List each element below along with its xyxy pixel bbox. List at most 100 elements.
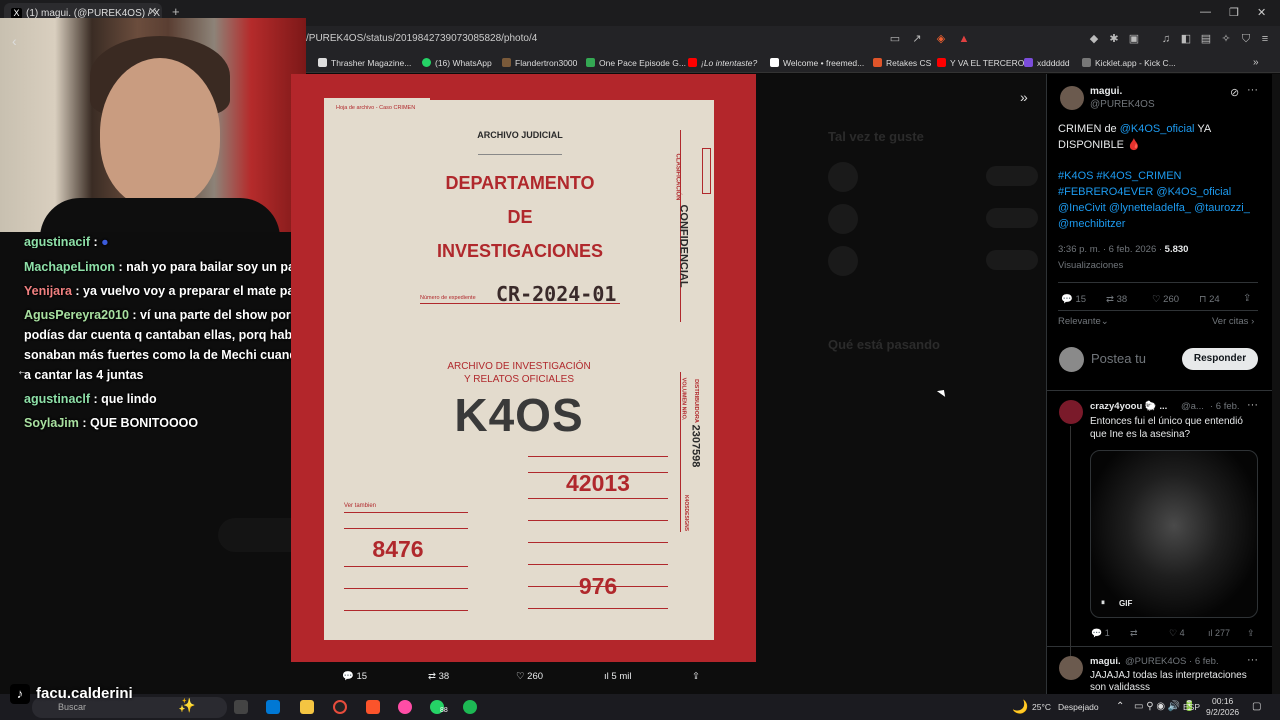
bookmark-lointentaste[interactable]: ¡Lo intentaste?	[688, 58, 757, 68]
dept-line-1: DEPARTAMENTO	[445, 173, 595, 193]
brave-shield-icon[interactable]: ◈	[935, 33, 947, 45]
bookmark-kicklet[interactable]: Kicklet.app - Kick C...	[1082, 58, 1176, 68]
form-line	[344, 528, 468, 529]
vpn-icon[interactable]: ◆	[1088, 33, 1100, 45]
scrollbar[interactable]	[1272, 74, 1280, 694]
grok-icon[interactable]: ⊘	[1230, 86, 1239, 99]
leo-ai-icon[interactable]: ✧	[1220, 33, 1232, 45]
reply-gif[interactable]	[1090, 450, 1258, 618]
respond-button[interactable]: Responder	[1182, 348, 1258, 370]
tweet-hashtags[interactable]: #K4OS #K4OS_CRIMEN #FEBRERO4EVER @K4OS_o…	[1058, 168, 1263, 232]
reply-button[interactable]: 💬 15	[1061, 294, 1086, 305]
sidebar-toggle-icon[interactable]: ◧	[1180, 33, 1192, 45]
minimize-icon[interactable]: —	[1200, 6, 1211, 18]
wallet-icon[interactable]: ▣	[1128, 33, 1140, 45]
confidencial-label: CONFIDENCIAL	[677, 204, 690, 288]
form-line	[528, 608, 668, 609]
tray-chevron-icon[interactable]: ⌃	[1116, 701, 1124, 712]
views-count[interactable]: ıl 277	[1208, 628, 1230, 638]
bookmark-tercero[interactable]: Y VA EL TERCERO	[937, 58, 1024, 68]
reply-text: JAJAJAJ todas las interpretaciones son v…	[1090, 670, 1247, 693]
avatar[interactable]	[1059, 656, 1083, 680]
menu-icon[interactable]: ≡	[1259, 33, 1271, 45]
store-icon[interactable]	[266, 700, 280, 714]
bookmark-whatsapp[interactable]: (16) WhatsApp	[422, 58, 492, 68]
photo-like-button[interactable]: ♡ 260	[516, 671, 543, 682]
close-tab-icon[interactable]: ✕	[148, 5, 157, 18]
divider	[1058, 310, 1258, 311]
file-explorer-icon[interactable]	[300, 700, 314, 714]
repost-button[interactable]: ⇄	[1130, 628, 1138, 639]
back-arrow-icon[interactable]: ‹	[12, 33, 17, 49]
tweet-handle[interactable]: @PUREK4OS	[1090, 99, 1155, 110]
extensions-icon[interactable]: ✱	[1108, 33, 1120, 45]
bookmark-flandertron[interactable]: Flandertron3000	[502, 58, 577, 68]
repost-button[interactable]: ⇄ 38	[1106, 294, 1127, 305]
brave-rewards-icon[interactable]: ▲	[958, 33, 970, 45]
task-view-icon[interactable]	[234, 700, 248, 714]
brave-icon[interactable]	[366, 700, 380, 714]
reply-handle[interactable]: @PUREK4OS · 6 feb.	[1125, 656, 1219, 667]
hide-sidebar-icon[interactable]: »	[1020, 89, 1028, 105]
new-tab-icon[interactable]: +	[172, 4, 180, 19]
moon-icon: 🌙	[1012, 699, 1029, 714]
bookmark-freemed[interactable]: Welcome • freemed...	[770, 58, 864, 68]
follow-button-dim	[986, 166, 1038, 186]
reply-input[interactable]: Postea tu	[1091, 351, 1146, 366]
url-field[interactable]: /PUREK4OS/status/2019842739073085828/pho…	[306, 33, 537, 44]
share-icon[interactable]: ↗	[911, 33, 923, 45]
close-window-icon[interactable]: ✕	[1257, 6, 1266, 19]
mention-link[interactable]: @K4OS_oficial	[1120, 123, 1195, 135]
volume-number: 2307598	[689, 424, 702, 468]
maximize-icon[interactable]: ❐	[1229, 6, 1239, 19]
weather-desc[interactable]: Despejado	[1058, 702, 1099, 712]
media-icon[interactable]: ♫	[1160, 33, 1172, 45]
form-line	[528, 564, 668, 565]
bookmarks-overflow-icon[interactable]: »	[1253, 57, 1259, 68]
cast-icon[interactable]: ▭	[889, 33, 901, 45]
reply-author[interactable]: magui.	[1090, 656, 1121, 667]
wallet2-icon[interactable]: ▤	[1200, 33, 1212, 45]
follow-button-dim	[986, 208, 1038, 228]
bookmark-button[interactable]: ⊓ 24	[1199, 294, 1220, 305]
webcam-face	[100, 58, 220, 208]
reply-author[interactable]: crazy4yoou 🐑 ...	[1090, 401, 1167, 412]
avatar[interactable]	[1060, 86, 1084, 110]
more-icon[interactable]: ···	[1247, 399, 1258, 411]
photo-views[interactable]: ıl 5 mil	[604, 671, 631, 682]
divider	[1047, 646, 1272, 647]
share-button[interactable]: ⇪	[1247, 628, 1255, 639]
notifications-icon[interactable]: ▢	[1252, 701, 1261, 712]
archive-line-1: ARCHIVO DE INVESTIGACIÓN	[447, 361, 591, 372]
bookmark-xdddddd[interactable]: xdddddd	[1024, 58, 1070, 68]
weather-temp[interactable]: 25°C	[1032, 702, 1051, 712]
bookmark-thrasher[interactable]: Thrasher Magazine...	[318, 58, 411, 68]
folder-small-label: Hoja de archivo - Caso CRIMEN	[336, 105, 416, 111]
avatar[interactable]	[1059, 400, 1083, 424]
bookmark-retakes[interactable]: Retakes CS	[873, 58, 931, 68]
clock-date[interactable]: 9/2/2026	[1206, 707, 1239, 717]
photo-reply-button[interactable]: 💬 15	[342, 671, 367, 682]
sort-dropdown[interactable]: Relevante⌄	[1058, 316, 1109, 327]
obs-icon[interactable]	[333, 700, 347, 714]
photo-repost-button[interactable]: ⇄ 38	[428, 671, 449, 682]
tweet-author[interactable]: magui.	[1090, 86, 1122, 97]
reply-handle[interactable]: @a...	[1181, 401, 1204, 412]
app-icon[interactable]	[398, 700, 412, 714]
gif-label: GIF	[1119, 599, 1133, 608]
pause-icon[interactable]: ⏸	[1101, 598, 1105, 608]
more-icon[interactable]: ···	[1247, 654, 1258, 666]
language[interactable]: ESP	[1183, 702, 1200, 712]
clock-time[interactable]: 00:16	[1212, 696, 1233, 706]
spotify-icon[interactable]	[463, 700, 477, 714]
like-button[interactable]: ♡ 4	[1169, 628, 1185, 639]
view-quotes-link[interactable]: Ver citas ›	[1212, 316, 1254, 327]
share-button[interactable]: ⇪	[1243, 293, 1251, 304]
may-like-heading: Tal vez te guste	[828, 129, 924, 144]
bookmark-onepace[interactable]: One Pace Episode G...	[586, 58, 686, 68]
more-icon[interactable]: ···	[1247, 84, 1258, 96]
reply-button[interactable]: 💬 1	[1091, 628, 1110, 639]
shield-icon[interactable]: ⛉	[1240, 33, 1252, 45]
like-button[interactable]: ♡ 260	[1152, 294, 1179, 305]
photo-share-button[interactable]: ⇪	[692, 671, 700, 682]
